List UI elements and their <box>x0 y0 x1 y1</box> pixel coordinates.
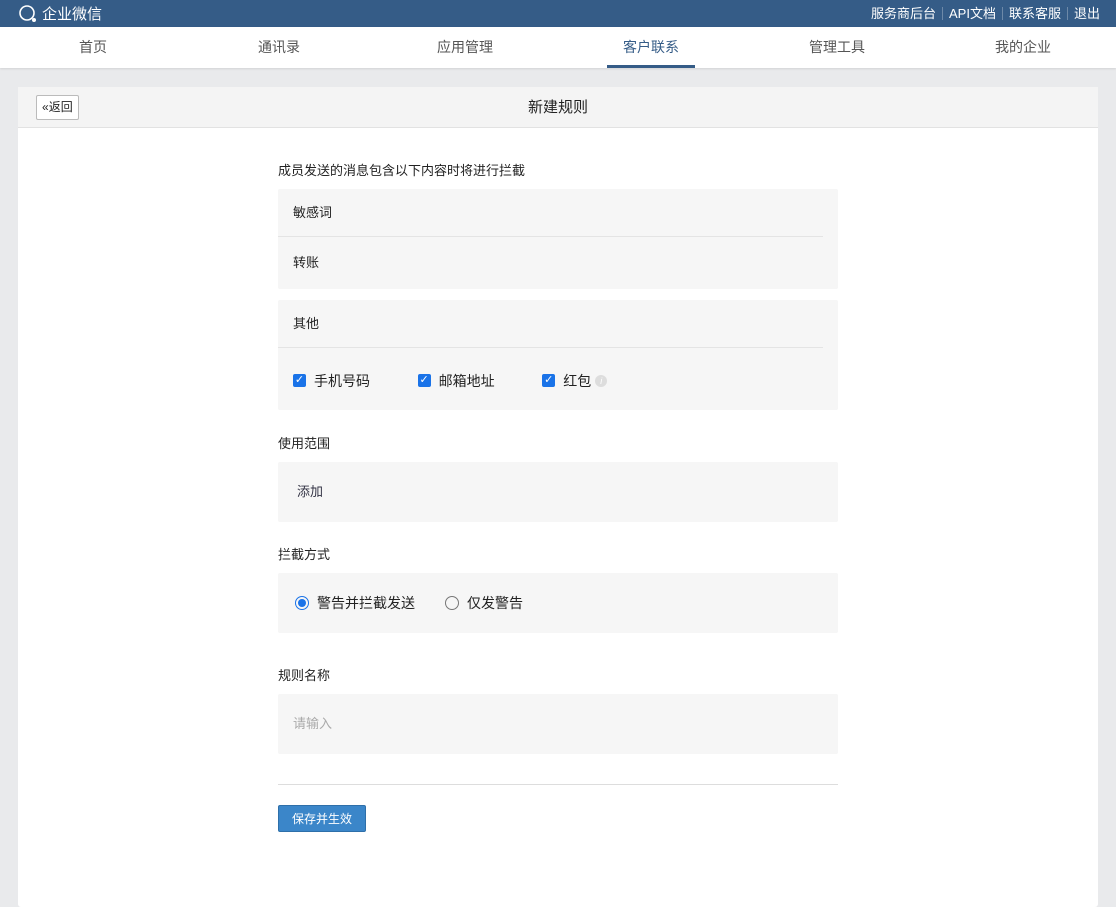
page-title: 新建规则 <box>527 99 588 116</box>
brand-name: 企业微信 <box>42 6 103 23</box>
mode-label: 拦截方式 <box>278 547 331 562</box>
divider <box>278 784 838 785</box>
nav-home[interactable]: 首页 <box>0 27 186 68</box>
checkbox-phone[interactable]: ✓ 手机号码 <box>293 350 370 412</box>
radio-warn-and-block[interactable]: 警告并拦截发送 <box>295 593 415 613</box>
info-icon[interactable]: i <box>595 374 608 387</box>
main-nav: 首页 通讯录 应用管理 客户联系 管理工具 我的企业 <box>0 27 1116 68</box>
checkmark-icon: ✓ <box>293 374 306 387</box>
link-logout[interactable]: 退出 <box>1066 7 1106 20</box>
sensitive-header: 敏感词 <box>278 189 823 237</box>
brand-logo[interactable]: 企业微信 <box>18 3 102 24</box>
nav-customer-contact[interactable]: 客户联系 <box>558 27 744 68</box>
other-header: 其他 <box>278 300 823 348</box>
top-bar: 企业微信 服务商后台 API文档 联系客服 退出 <box>0 0 1116 27</box>
checkmark-icon: ✓ <box>542 374 556 387</box>
nav-tools[interactable]: 管理工具 <box>744 27 930 68</box>
nav-contacts[interactable]: 通讯录 <box>186 27 372 68</box>
rule-name-input[interactable]: 请输入 <box>278 694 823 742</box>
checkbox-email[interactable]: ✓ 邮箱地址 <box>417 350 495 412</box>
name-label: 规则名称 <box>278 668 331 683</box>
nav-my-company[interactable]: 我的企业 <box>930 27 1116 68</box>
rule-card: «返回 新建规则 成员发送的消息包含以下内容时将进行拦截 敏感词 转账 其他 ✓… <box>18 87 1098 907</box>
radio-icon <box>445 596 459 610</box>
radio-warn-only[interactable]: 仅发警告 <box>445 593 523 613</box>
chat-bubble-icon <box>19 4 36 22</box>
save-and-activate-button[interactable]: 保存并生效 <box>278 805 367 832</box>
nav-apps[interactable]: 应用管理 <box>372 27 558 68</box>
radio-selected-icon <box>295 596 309 610</box>
scope-add-button[interactable]: 添加 <box>278 462 823 510</box>
link-provider-admin[interactable]: 服务商后台 <box>865 7 942 20</box>
checkmark-icon: ✓ <box>417 374 431 387</box>
checkbox-red-packet[interactable]: ✓ 红包 i <box>542 350 608 412</box>
link-api-docs[interactable]: API文档 <box>942 7 1002 20</box>
double-chevron-left-icon: « <box>42 100 49 114</box>
link-support[interactable]: 联系客服 <box>1001 7 1067 20</box>
scope-label: 使用范围 <box>278 436 331 451</box>
intercept-label: 成员发送的消息包含以下内容时将进行拦截 <box>278 163 526 178</box>
sensitive-word[interactable]: 转账 <box>278 237 823 285</box>
back-button[interactable]: «返回 <box>36 95 79 120</box>
